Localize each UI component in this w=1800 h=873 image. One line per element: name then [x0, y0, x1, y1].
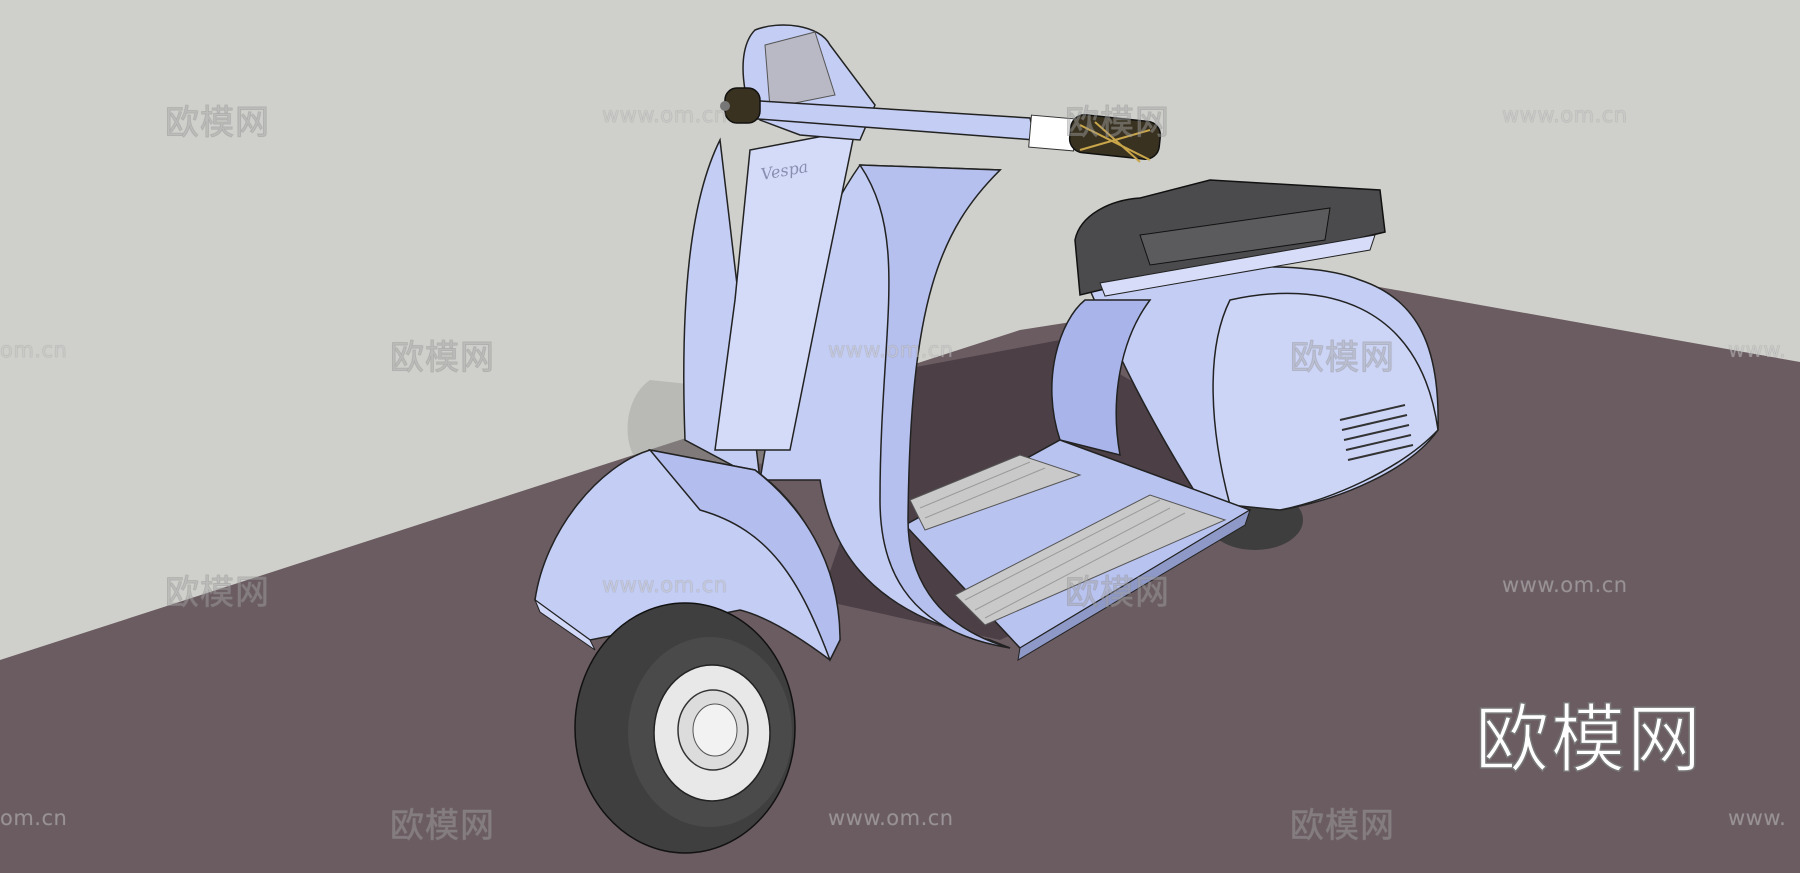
grip-collar	[1028, 114, 1077, 152]
scene: Vespa 欧模网 www.om.cn 欧模网 www.om.cn om.cn …	[0, 0, 1800, 873]
left-bar-end	[720, 101, 730, 111]
left-grip	[724, 87, 761, 124]
site-logo: 欧模网	[1474, 696, 1703, 784]
hub-center	[692, 703, 738, 757]
